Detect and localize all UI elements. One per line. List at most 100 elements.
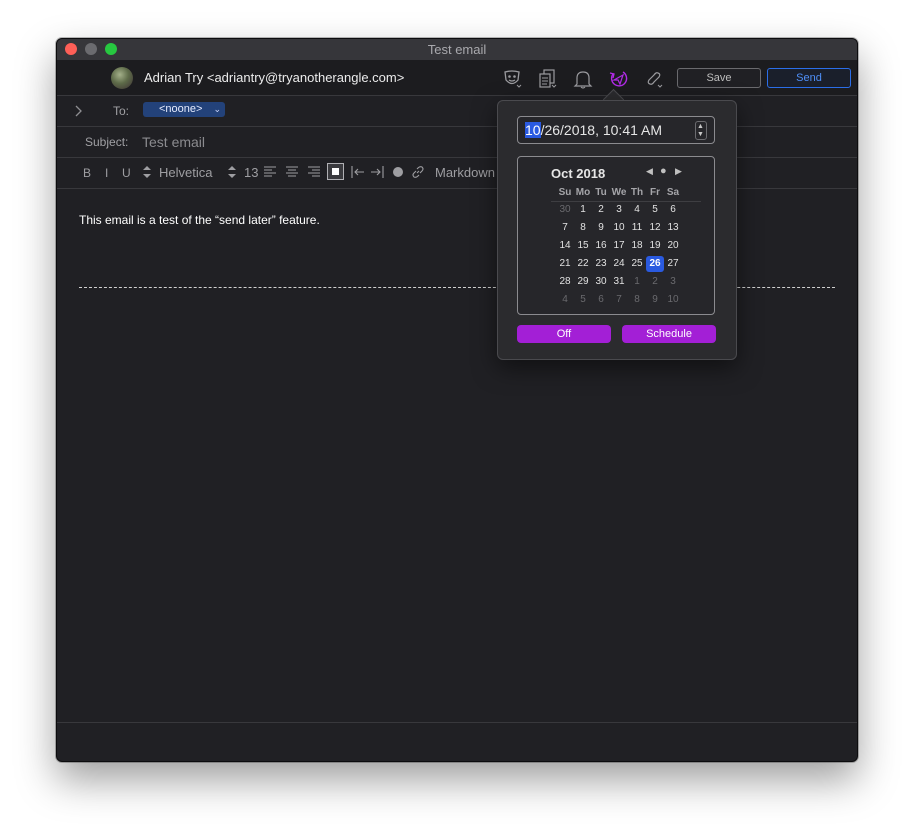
calendar-day[interactable]: 30 [592, 274, 610, 290]
weekday-header: Sa [666, 187, 680, 198]
save-button[interactable]: Save [677, 68, 761, 88]
footer-divider [57, 722, 857, 723]
off-button[interactable]: Off [517, 325, 611, 343]
send-later-popover: 10/26/2018, 10:41 AM ▲ ▼ Oct 2018 ◀ ● ▶ … [497, 100, 737, 360]
recipient-token[interactable]: <noone> ⌄ [143, 102, 225, 117]
attachment-paperclip-icon[interactable] [642, 68, 664, 90]
calendar-day[interactable]: 4 [628, 202, 646, 218]
datetime-stepper[interactable]: ▲ ▼ [695, 121, 707, 140]
calendar-day[interactable]: 5 [646, 202, 664, 218]
format-toolbar: B I U Helvetica 13 Markdown [57, 158, 857, 189]
calendar-day[interactable]: 15 [574, 238, 592, 254]
calendar: Oct 2018 ◀ ● ▶ Su Mo Tu We Th Fr Sa 30 1 2 3 4 5 6 7 8 9… [517, 156, 715, 315]
calendar-day[interactable]: 29 [574, 274, 592, 290]
calendar-day[interactable]: 7 [610, 292, 628, 308]
today-dot-icon[interactable]: ● [660, 165, 667, 177]
calendar-day[interactable]: 23 [592, 256, 610, 272]
chevron-down-icon[interactable]: ⌄ [213, 102, 221, 117]
calendar-day[interactable]: 11 [628, 220, 646, 236]
datetime-field[interactable]: 10/26/2018, 10:41 AM ▲ ▼ [517, 116, 715, 144]
weekday-header: Mo [575, 187, 591, 198]
indent-icon[interactable] [370, 165, 384, 179]
calendar-day[interactable]: 3 [610, 202, 628, 218]
link-icon[interactable] [411, 165, 425, 179]
bold-button[interactable]: B [83, 166, 91, 180]
calendar-day[interactable]: 14 [556, 238, 574, 254]
chevron-right-icon[interactable] [71, 104, 85, 118]
highlight-dot-icon[interactable] [392, 166, 404, 178]
to-row: To: <noone> ⌄ [57, 96, 857, 127]
calendar-day[interactable]: 13 [664, 220, 682, 236]
window-title: Test email [427, 42, 487, 57]
templates-mask-icon[interactable] [501, 68, 523, 90]
next-month-icon[interactable]: ▶ [675, 166, 682, 177]
schedule-button[interactable]: Schedule [622, 325, 716, 343]
calendar-day[interactable]: 4 [556, 292, 574, 308]
align-left-icon[interactable] [263, 165, 277, 179]
calendar-day[interactable]: 30 [556, 202, 574, 218]
calendar-day[interactable]: 6 [592, 292, 610, 308]
italic-button[interactable]: I [105, 166, 108, 180]
calendar-day[interactable]: 18 [628, 238, 646, 254]
weekday-header: Fr [650, 187, 660, 198]
calendar-day[interactable]: 25 [628, 256, 646, 272]
compose-header: Adrian Try <adriantry@tryanotherangle.co… [57, 60, 857, 96]
stepper-arrows-icon[interactable] [142, 164, 152, 180]
subject-label: Subject: [85, 135, 129, 149]
calendar-day[interactable]: 9 [646, 292, 664, 308]
calendar-day[interactable]: 2 [646, 274, 664, 290]
stepper-arrows-icon[interactable] [227, 164, 237, 180]
calendar-day[interactable]: 10 [664, 292, 682, 308]
send-later-icon[interactable] [607, 68, 629, 90]
calendar-day[interactable]: 3 [664, 274, 682, 290]
font-name-select[interactable]: Helvetica [159, 165, 212, 180]
calendar-day[interactable]: 6 [664, 202, 682, 218]
calendar-day[interactable]: 28 [556, 274, 574, 290]
compose-window: Test email Adrian Try <adriantry@tryanot… [56, 38, 858, 762]
calendar-day[interactable]: 9 [592, 220, 610, 236]
stepper-up-icon[interactable]: ▲ [697, 123, 704, 130]
send-button[interactable]: Send [767, 68, 851, 88]
calendar-day[interactable]: 10 [610, 220, 628, 236]
subject-field[interactable]: Test email [142, 134, 205, 150]
calendar-day[interactable]: 7 [556, 220, 574, 236]
align-center-icon[interactable] [285, 165, 299, 179]
calendar-day[interactable]: 1 [628, 274, 646, 290]
calendar-day[interactable]: 22 [574, 256, 592, 272]
calendar-day[interactable]: 19 [646, 238, 664, 254]
avatar [111, 67, 133, 89]
calendar-day[interactable]: 26 [646, 256, 664, 272]
text-color-swatch[interactable] [327, 163, 344, 180]
font-size-select[interactable]: 13 [244, 165, 258, 180]
datetime-month-segment[interactable]: 10 [525, 122, 541, 138]
align-right-icon[interactable] [307, 165, 321, 179]
calendar-day[interactable]: 5 [574, 292, 592, 308]
calendar-day[interactable]: 2 [592, 202, 610, 218]
calendar-day[interactable]: 17 [610, 238, 628, 254]
calendar-day[interactable]: 27 [664, 256, 682, 272]
from-account[interactable]: Adrian Try <adriantry@tryanotherangle.co… [144, 70, 404, 85]
underline-button[interactable]: U [122, 166, 131, 180]
calendar-day[interactable]: 12 [646, 220, 664, 236]
previous-month-icon[interactable]: ◀ [646, 166, 653, 177]
weekday-header: Su [558, 187, 572, 198]
calendar-day[interactable]: 20 [664, 238, 682, 254]
calendar-day[interactable]: 31 [610, 274, 628, 290]
calendar-day[interactable]: 21 [556, 256, 574, 272]
document-list-icon[interactable] [537, 68, 559, 90]
title-bar: Test email [57, 39, 857, 60]
markdown-toggle[interactable]: Markdown [435, 165, 495, 180]
calendar-day[interactable]: 8 [574, 220, 592, 236]
calendar-day[interactable]: 16 [592, 238, 610, 254]
stepper-down-icon[interactable]: ▼ [697, 131, 704, 138]
subject-row: Subject: Test email [57, 127, 857, 158]
datetime-text: 10/26/2018, 10:41 AM [525, 122, 662, 138]
calendar-day[interactable]: 8 [628, 292, 646, 308]
calendar-day[interactable]: 1 [574, 202, 592, 218]
outdent-icon[interactable] [351, 165, 365, 179]
reminder-bell-icon[interactable] [572, 68, 594, 90]
recipient-token-text: <noone> [159, 103, 203, 115]
message-body[interactable]: This email is a test of the “send later”… [79, 213, 320, 227]
calendar-month-label: Oct 2018 [551, 166, 606, 181]
calendar-day[interactable]: 24 [610, 256, 628, 272]
